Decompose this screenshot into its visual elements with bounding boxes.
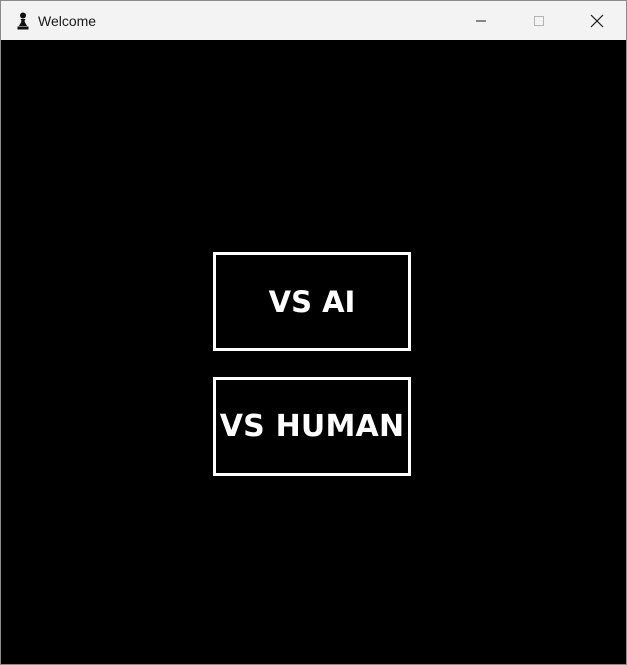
title-bar[interactable]: Welcome — [1, 1, 626, 40]
window-title: Welcome — [38, 13, 97, 29]
vs-human-label: VS HUMAN — [219, 409, 405, 444]
maximize-icon — [534, 15, 544, 26]
vs-ai-button[interactable]: VS AI — [213, 252, 411, 351]
minimize-icon — [476, 20, 486, 21]
maximize-button[interactable] — [510, 1, 568, 40]
game-canvas: VS AI VS HUMAN — [1, 40, 626, 664]
pawn-icon — [17, 12, 29, 30]
close-button[interactable] — [568, 1, 626, 40]
vs-ai-label: VS AI — [268, 284, 356, 319]
minimize-button[interactable] — [452, 1, 510, 40]
app-window: Welcome VS AI VS HUMAN — [0, 0, 627, 665]
close-icon — [590, 14, 604, 27]
vs-human-button[interactable]: VS HUMAN — [213, 377, 411, 476]
